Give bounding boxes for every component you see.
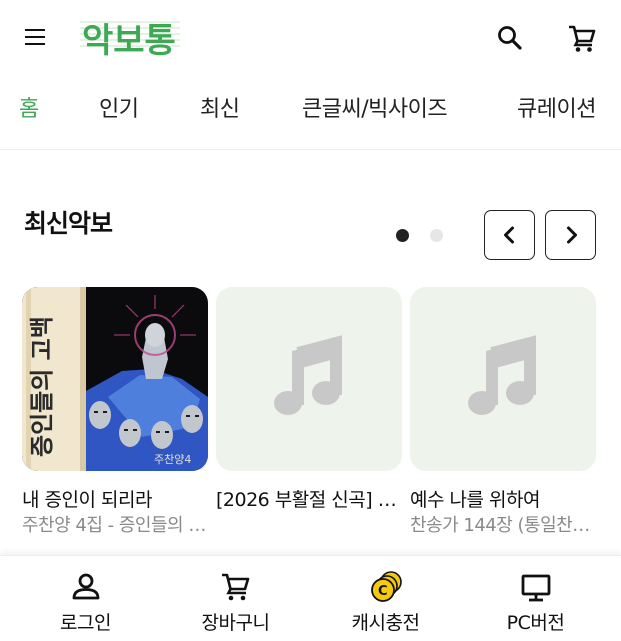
search-icon[interactable] [494, 22, 526, 54]
chevron-left-icon [504, 226, 514, 244]
music-note-icon [468, 335, 536, 415]
card-subtitle: 찬송가 144장 (통일찬송가 144장) [410, 515, 596, 536]
card-subtitle: 주찬양 4집 - 증인들의 고백 [22, 515, 208, 536]
section-title: 최신악보 [24, 209, 113, 238]
coin-icon: C [371, 571, 402, 602]
app-logo[interactable]: 악보통 [80, 8, 180, 70]
nav-label: PC버전 [506, 612, 565, 634]
chevron-right-icon [567, 226, 577, 244]
music-note-placeholder[interactable] [216, 287, 402, 471]
nav-label: 로그인 [60, 612, 111, 634]
tab-popular[interactable]: 인기 [99, 96, 139, 124]
card-title[interactable]: 내 증인이 되리라 [22, 487, 208, 513]
album-cover-image[interactable]: 증인들의 고백 주찬양4 [22, 287, 208, 471]
monitor-icon [521, 574, 551, 602]
svg-text:C: C [378, 584, 388, 599]
category-tabs: 홈 인기 최신 큰글씨/빅사이즈 큐레이션 [0, 80, 621, 150]
bottom-navigation: 로그인 장바구니 C 캐시충전 PC버전 [0, 555, 621, 641]
nav-pc-version[interactable]: PC버전 [458, 556, 613, 641]
carousel-prev-button[interactable] [484, 210, 535, 260]
nav-cash-charge[interactable]: C 캐시충전 [308, 556, 463, 641]
carousel-dot[interactable] [430, 229, 443, 242]
album-cover-caption: 주찬양4 [154, 452, 191, 466]
album-cover-title: 증인들의 고백 [28, 316, 56, 457]
nav-label: 장바구니 [201, 612, 270, 634]
hamburger-menu-icon[interactable] [22, 24, 50, 52]
tab-home[interactable]: 홈 [19, 96, 39, 124]
tab-large-print[interactable]: 큰글씨/빅사이즈 [302, 96, 448, 124]
score-card[interactable]: 증인들의 고백 주찬양4 내 증인이 되리라 주찬양 4집 - 증인들의 고백 [22, 287, 208, 536]
score-card[interactable]: [2026 부활절 신곡] 부활의 아침 [216, 287, 402, 511]
score-card[interactable]: 예수 나를 위하여 찬송가 144장 (통일찬송가 144장) [410, 287, 596, 536]
carousel-dot-active[interactable] [396, 229, 409, 242]
tab-curation[interactable]: 큐레이션 [517, 96, 596, 124]
music-note-placeholder[interactable] [410, 287, 596, 471]
card-title[interactable]: [2026 부활절 신곡] 부활의 아침 [216, 487, 402, 513]
logo-text: 악보통 [82, 21, 176, 61]
app-header: 악보통 [0, 0, 621, 80]
carousel-next-button[interactable] [545, 210, 596, 260]
nav-cart[interactable]: 장바구니 [158, 556, 313, 641]
nav-login[interactable]: 로그인 [8, 556, 163, 641]
nav-label: 캐시충전 [351, 612, 420, 634]
user-icon [72, 573, 100, 600]
cart-icon[interactable] [566, 22, 598, 54]
music-note-icon [274, 335, 342, 415]
tab-latest[interactable]: 최신 [200, 96, 240, 124]
card-title[interactable]: 예수 나를 위하여 [410, 487, 596, 513]
cart-icon [222, 573, 250, 601]
